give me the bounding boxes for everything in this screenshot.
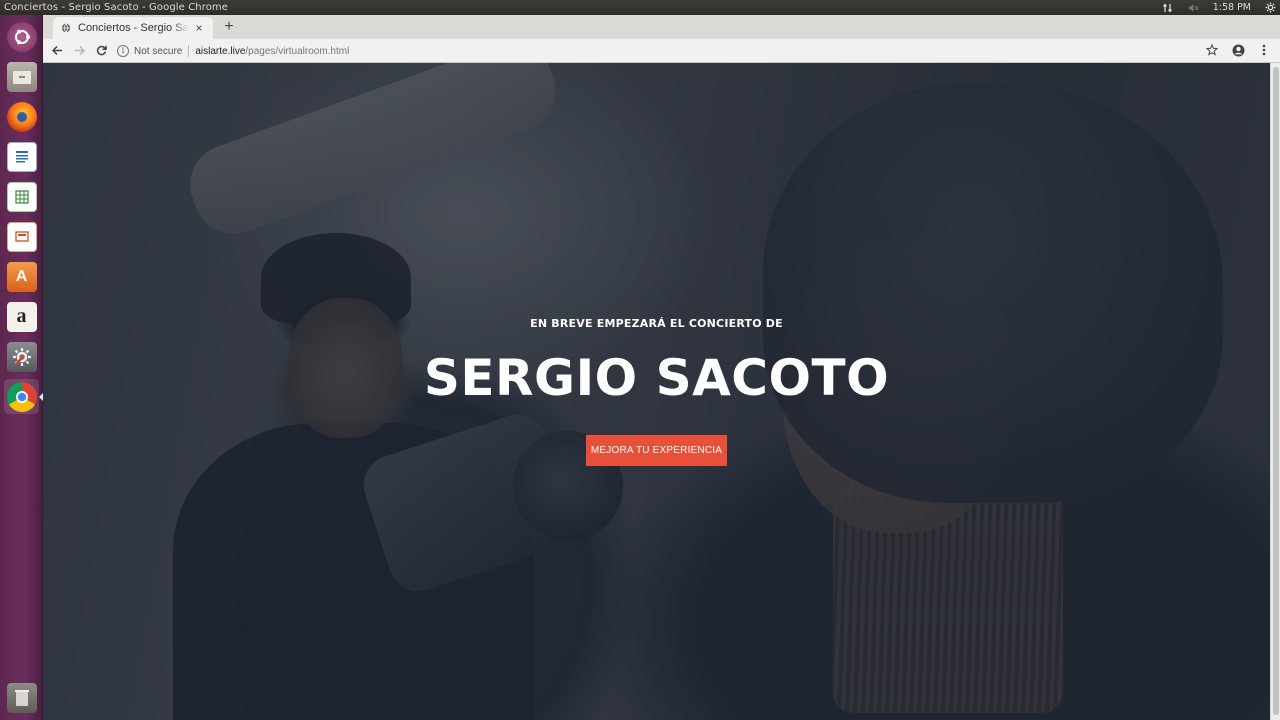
url-host[interactable]: aislarte.live [195, 46, 245, 57]
firefox-icon[interactable] [4, 99, 39, 134]
new-tab-button[interactable]: + [221, 19, 237, 35]
clock[interactable]: 1:58 PM [1213, 2, 1251, 13]
cta-button[interactable]: MEJORA TU EXPERIENCIA [586, 435, 727, 466]
calc-icon[interactable] [4, 179, 39, 214]
tab-title: Conciertos - Sergio Sacoto [78, 22, 189, 34]
toolbar-actions [1204, 41, 1272, 59]
system-settings-icon[interactable] [4, 339, 39, 374]
impress-icon[interactable] [4, 219, 39, 254]
tab-strip: Conciertos - Sergio Sacoto × + [43, 15, 1280, 39]
browser-toolbar: i Not secure aislarte.live/pages/virtual… [43, 39, 1280, 63]
reload-icon[interactable] [90, 40, 112, 62]
browser-tab[interactable]: Conciertos - Sergio Sacoto × [53, 17, 213, 39]
hero-title: SERGIO SACOTO [423, 349, 890, 407]
system-top-bar: Conciertos - Sergio Sacoto - Google Chro… [0, 0, 1280, 15]
profile-avatar-icon[interactable] [1230, 41, 1246, 59]
page-scrollbar[interactable] [1270, 63, 1280, 720]
chrome-menu-icon[interactable] [1256, 41, 1272, 59]
tab-close-icon[interactable]: × [193, 22, 205, 34]
window-title: Conciertos - Sergio Sacoto - Google Chro… [4, 2, 229, 13]
hero-kicker: EN BREVE EMPEZARÁ EL CONCIERTO DE [530, 317, 783, 330]
bookmark-star-icon[interactable] [1204, 41, 1220, 59]
back-arrow-icon[interactable] [46, 40, 68, 62]
scrollbar-thumb[interactable] [1273, 67, 1279, 715]
url-path[interactable]: /pages/virtualroom.html [245, 46, 349, 57]
volume-muted-icon[interactable] [1188, 2, 1199, 13]
trash-icon[interactable] [4, 680, 39, 715]
writer-icon[interactable] [4, 139, 39, 174]
ubuntu-dash-icon[interactable] [4, 19, 39, 54]
settings-icon[interactable] [1265, 2, 1276, 13]
chrome-icon[interactable] [4, 379, 43, 414]
address-bar[interactable]: i Not secure aislarte.live/pages/virtual… [117, 41, 1237, 61]
launcher: A a [0, 15, 43, 720]
address-divider [188, 45, 190, 57]
globe-icon [61, 23, 71, 33]
hero-section: EN BREVE EMPEZARÁ EL CONCIERTO DE SERGIO… [43, 63, 1270, 720]
security-status[interactable]: Not secure [134, 46, 182, 57]
system-tray: 1:58 PM [1163, 2, 1276, 13]
files-icon[interactable] [4, 59, 39, 94]
software-center-icon[interactable]: A [4, 259, 39, 294]
page-viewport: EN BREVE EMPEZARÁ EL CONCIERTO DE SERGIO… [43, 63, 1270, 720]
network-icon[interactable] [1163, 2, 1174, 13]
amazon-icon[interactable]: a [4, 299, 39, 334]
forward-arrow-icon[interactable] [68, 40, 90, 62]
info-icon[interactable]: i [117, 45, 129, 57]
